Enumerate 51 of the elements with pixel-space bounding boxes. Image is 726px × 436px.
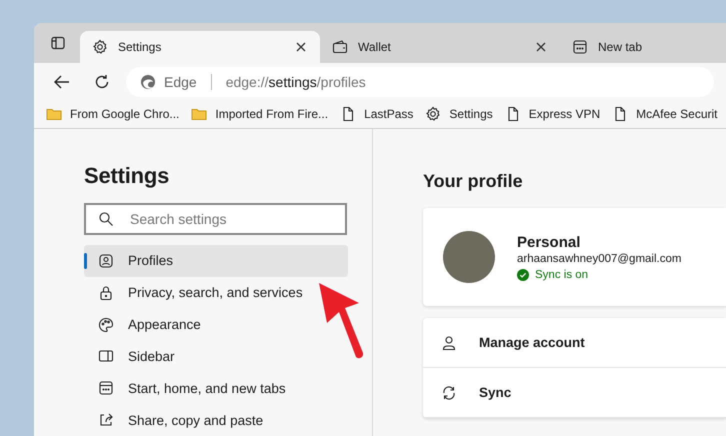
gear-icon	[92, 39, 108, 55]
lock-icon	[98, 284, 114, 301]
settings-row[interactable]: Sync	[423, 368, 726, 418]
sidebar-item[interactable]: Start, home, and new tabs	[84, 372, 296, 404]
settings-row[interactable]: Manage account	[423, 318, 726, 368]
sidebar-item[interactable]: Sidebar	[84, 340, 185, 372]
profile-icon	[98, 252, 114, 269]
search-field[interactable]: Search settings	[84, 203, 347, 235]
bookmark-item[interactable]: McAfee Securit	[612, 106, 718, 122]
sync-icon	[441, 384, 457, 400]
back-arrow-icon	[53, 74, 71, 90]
grid-window-icon	[98, 380, 114, 396]
close-tab-button[interactable]	[534, 40, 548, 54]
bookmark-item[interactable]: From Google Chro...	[46, 106, 180, 122]
folder-icon	[46, 106, 62, 122]
address-bar[interactable]: Edge edge://settings/profiles	[126, 66, 714, 96]
window-panel-icon	[50, 35, 66, 51]
tab-title: Wallet	[358, 40, 392, 54]
url-text: edge://settings/profiles	[226, 74, 366, 90]
browser-tab[interactable]: Wallet	[320, 31, 560, 63]
sync-status: Sync is on	[535, 268, 588, 280]
sidebar-icon	[98, 348, 114, 364]
profile-email: arhaansawhney007@gmail.com	[517, 252, 682, 264]
page-heading: Your profile	[423, 171, 524, 192]
browser-logo-icon	[140, 74, 156, 90]
settings-heading: Settings	[84, 163, 170, 189]
wallet-icon	[332, 39, 348, 55]
sidebar-item[interactable]: Share, copy and paste	[84, 404, 274, 436]
browser-tab[interactable]: Settings	[80, 31, 320, 63]
grid-window-icon	[572, 39, 588, 55]
sidebar-item[interactable]: Appearance	[84, 308, 211, 340]
share-icon	[98, 412, 114, 428]
close-tab-button[interactable]	[294, 40, 308, 54]
refresh-icon	[93, 72, 111, 90]
tab-title: Settings	[118, 40, 162, 54]
browser-tab[interactable]: New tab	[560, 31, 726, 63]
bookmark-item[interactable]: Settings	[425, 106, 493, 122]
search-icon	[98, 211, 114, 227]
tab-title: New tab	[598, 40, 644, 54]
site-label: Edge	[164, 74, 197, 90]
gear-icon	[425, 106, 442, 122]
person-icon	[441, 334, 457, 350]
avatar-placeholder	[443, 231, 495, 283]
palette-icon	[98, 316, 114, 333]
profile-name: Personal	[517, 234, 582, 250]
sidebar-item[interactable]: Privacy, search, and services	[84, 276, 313, 309]
bookmark-item[interactable]: Express VPN	[504, 106, 600, 122]
folder-icon	[191, 106, 208, 122]
bookmark-item[interactable]: Imported From Fire...	[191, 106, 328, 122]
sidebar-item[interactable]: Profiles	[84, 245, 348, 277]
bookmark-item[interactable]: LastPass	[340, 106, 414, 122]
